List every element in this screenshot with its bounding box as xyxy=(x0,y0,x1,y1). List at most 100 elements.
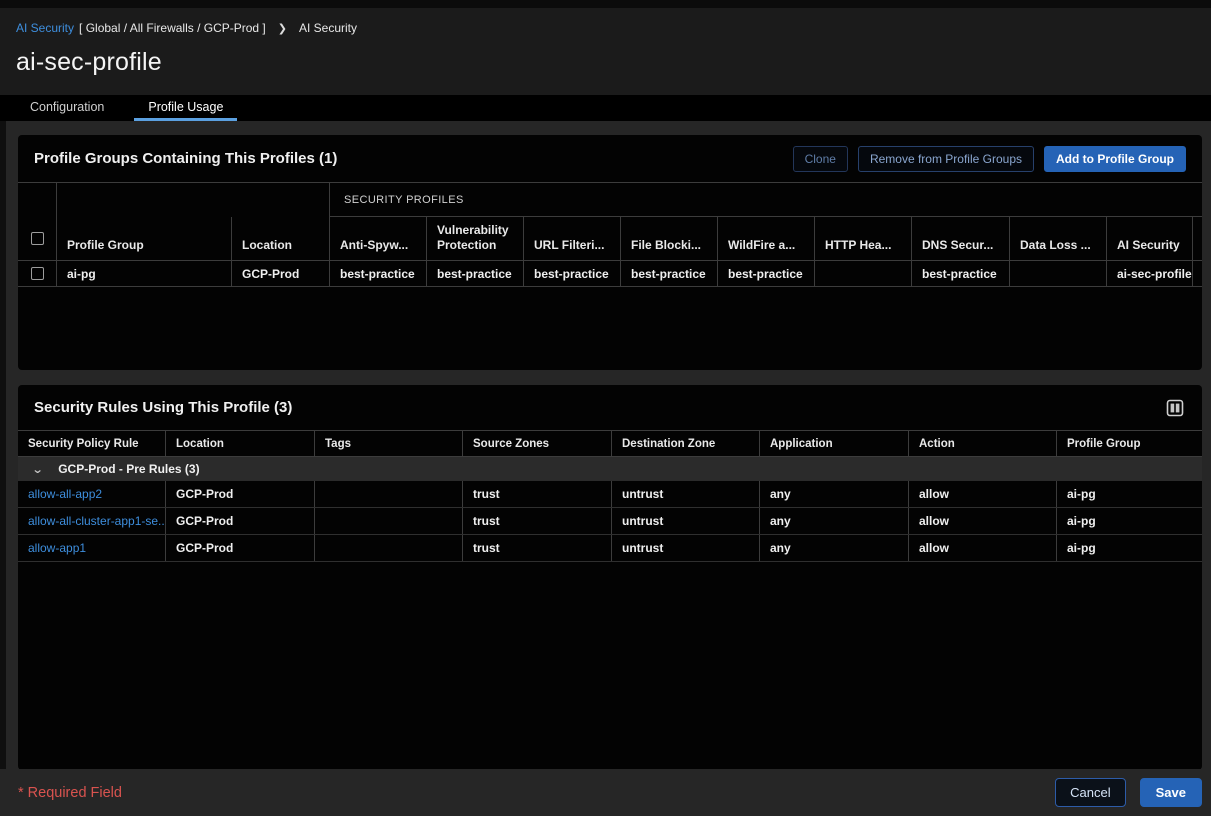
security-profiles-group-header-row: SECURITY PROFILES xyxy=(18,182,1202,217)
cell-profile-group: ai-pg xyxy=(57,261,232,286)
cell-destination-zone: untrust xyxy=(612,481,760,507)
cell-location: GCP-Prod xyxy=(232,261,330,286)
cell-action: allow xyxy=(909,508,1057,534)
cell-ai-security: ai-sec-profile xyxy=(1107,261,1193,286)
header-filler xyxy=(1193,217,1202,260)
profile-groups-panel-title: Profile Groups Containing This Profiles … xyxy=(34,150,793,167)
cell-tags xyxy=(315,481,463,507)
column-header-dns-security[interactable]: DNS Secur... xyxy=(912,217,1010,260)
column-header-location[interactable]: Location xyxy=(166,431,315,456)
cell-action: allow xyxy=(909,481,1057,507)
rule-link[interactable]: allow-all-app2 xyxy=(28,487,102,501)
column-header-security-policy-rule[interactable]: Security Policy Rule xyxy=(18,431,166,456)
column-header-tags[interactable]: Tags xyxy=(315,431,463,456)
save-button[interactable]: Save xyxy=(1140,778,1202,807)
cell-application: any xyxy=(760,535,909,561)
table-row[interactable]: allow-all-cluster-app1-se... GCP-Prod tr… xyxy=(18,508,1202,535)
cell-application: any xyxy=(760,481,909,507)
table-row[interactable]: allow-all-app2 GCP-Prod trust untrust an… xyxy=(18,481,1202,508)
content-area: Profile Groups Containing This Profiles … xyxy=(0,121,1211,816)
cell-action: allow xyxy=(909,535,1057,561)
cell-source-zones: trust xyxy=(463,508,612,534)
cell-dns-security: best-practice xyxy=(912,261,1010,286)
column-header-profile-group[interactable]: Profile Group xyxy=(1057,431,1202,456)
security-rules-panel-header: Security Rules Using This Profile (3) xyxy=(18,385,1202,430)
cell-vulnerability-protection: best-practice xyxy=(427,261,524,286)
profile-groups-panel-header: Profile Groups Containing This Profiles … xyxy=(18,135,1202,182)
top-strip xyxy=(0,0,1211,8)
clone-button[interactable]: Clone xyxy=(793,146,848,172)
required-field-note: * Required Field xyxy=(18,785,1055,801)
rule-group-label: GCP-Prod - Pre Rules (3) xyxy=(58,462,199,476)
profile-groups-header-row: Profile Group Location Anti-Spyw... Vuln… xyxy=(18,217,1202,260)
chevron-right-icon: ❯ xyxy=(278,22,287,35)
rule-group-row[interactable]: ⌄ GCP-Prod - Pre Rules (3) xyxy=(18,457,1202,481)
row-checkbox[interactable] xyxy=(31,267,44,280)
security-rules-panel-title: Security Rules Using This Profile (3) xyxy=(34,399,1164,416)
cell-location: GCP-Prod xyxy=(166,481,315,507)
cell-url-filtering: best-practice xyxy=(524,261,621,286)
group-header-spacer xyxy=(18,183,57,217)
column-settings-icon[interactable] xyxy=(1164,397,1186,419)
app-window: AI Security [ Global / All Firewalls / G… xyxy=(0,0,1211,816)
breadcrumb-context: [ Global / All Firewalls / GCP-Prod ] xyxy=(79,21,266,35)
cell-source-zones: trust xyxy=(463,481,612,507)
security-rules-header-row: Security Policy Rule Location Tags Sourc… xyxy=(18,430,1202,457)
cell-destination-zone: untrust xyxy=(612,535,760,561)
cell-file-blocking: best-practice xyxy=(621,261,718,286)
footer-actions: Cancel Save xyxy=(1055,778,1202,807)
cell-application: any xyxy=(760,508,909,534)
group-header-spacer xyxy=(57,183,330,217)
table-row[interactable]: ai-pg GCP-Prod best-practice best-practi… xyxy=(18,260,1202,287)
column-header-application[interactable]: Application xyxy=(760,431,909,456)
cell-anti-spyware: best-practice xyxy=(330,261,427,286)
column-header-data-loss[interactable]: Data Loss ... xyxy=(1010,217,1107,260)
cell-profile-group: ai-pg xyxy=(1057,481,1202,507)
column-header-destination-zone[interactable]: Destination Zone xyxy=(612,431,760,456)
cell-destination-zone: untrust xyxy=(612,508,760,534)
breadcrumb: AI Security [ Global / All Firewalls / G… xyxy=(16,17,1211,39)
cell-tags xyxy=(315,535,463,561)
left-edge-strip xyxy=(0,121,6,816)
breadcrumb-link-ai-security[interactable]: AI Security xyxy=(16,21,74,35)
column-header-action[interactable]: Action xyxy=(909,431,1057,456)
column-header-ai-security[interactable]: AI Security xyxy=(1107,217,1193,260)
profile-groups-panel: Profile Groups Containing This Profiles … xyxy=(18,135,1202,370)
add-to-profile-group-button[interactable]: Add to Profile Group xyxy=(1044,146,1186,172)
cell-wildfire: best-practice xyxy=(718,261,815,286)
column-header-url-filtering[interactable]: URL Filteri... xyxy=(524,217,621,260)
select-all-cell xyxy=(18,217,57,260)
cancel-button[interactable]: Cancel xyxy=(1055,778,1125,807)
cell-location: GCP-Prod xyxy=(166,535,315,561)
select-all-checkbox[interactable] xyxy=(31,232,44,245)
row-filler xyxy=(1193,261,1202,286)
security-rules-panel: Security Rules Using This Profile (3) Se… xyxy=(18,385,1202,770)
cell-source-zones: trust xyxy=(463,535,612,561)
rule-link[interactable]: allow-all-cluster-app1-se... xyxy=(28,514,166,528)
tab-profile-usage[interactable]: Profile Usage xyxy=(134,95,237,121)
column-header-wildfire[interactable]: WildFire a... xyxy=(718,217,815,260)
cell-profile-group: ai-pg xyxy=(1057,508,1202,534)
cell-data-loss xyxy=(1010,261,1107,286)
profile-groups-actions: Clone Remove from Profile Groups Add to … xyxy=(793,146,1186,172)
tab-configuration[interactable]: Configuration xyxy=(16,95,118,121)
table-row[interactable]: allow-app1 GCP-Prod trust untrust any al… xyxy=(18,535,1202,562)
page-header: AI Security [ Global / All Firewalls / G… xyxy=(0,8,1211,95)
column-header-anti-spyware[interactable]: Anti-Spyw... xyxy=(330,217,427,260)
cell-tags xyxy=(315,508,463,534)
remove-from-profile-groups-button[interactable]: Remove from Profile Groups xyxy=(858,146,1034,172)
column-header-file-blocking[interactable]: File Blocki... xyxy=(621,217,718,260)
security-profiles-group-label: SECURITY PROFILES xyxy=(330,183,1202,217)
cell-location: GCP-Prod xyxy=(166,508,315,534)
page-title: ai-sec-profile xyxy=(16,48,1211,77)
column-header-location[interactable]: Location xyxy=(232,217,330,260)
column-header-profile-group[interactable]: Profile Group xyxy=(57,217,232,260)
chevron-down-icon[interactable]: ⌄ xyxy=(32,463,44,476)
column-header-source-zones[interactable]: Source Zones xyxy=(463,431,612,456)
footer-bar: * Required Field Cancel Save xyxy=(0,769,1211,816)
tab-bar: Configuration Profile Usage xyxy=(0,95,1211,121)
column-header-http-header[interactable]: HTTP Hea... xyxy=(815,217,912,260)
rule-link[interactable]: allow-app1 xyxy=(28,541,86,555)
cell-profile-group: ai-pg xyxy=(1057,535,1202,561)
column-header-vulnerability-protection[interactable]: Vulnerability Protection xyxy=(427,217,524,260)
